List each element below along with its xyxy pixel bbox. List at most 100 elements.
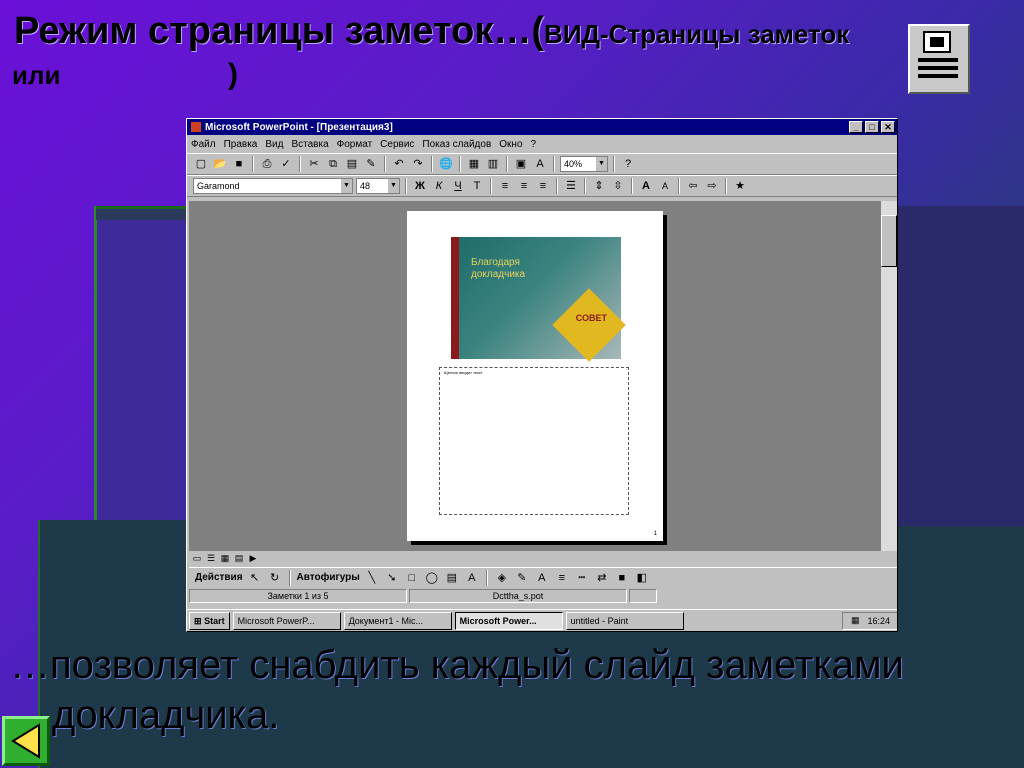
font-name-value: Garamond (197, 181, 240, 191)
wordart-icon[interactable]: A (463, 569, 480, 586)
increase-spacing-icon[interactable]: ⇕ (591, 178, 607, 194)
menu-item-file[interactable]: Файл (191, 139, 216, 150)
save-icon[interactable]: ■ (231, 156, 247, 172)
taskbar-item-powerpoint-1[interactable]: Microsoft PowerP... (232, 611, 341, 630)
hyperlink-icon[interactable]: 🌐 (438, 156, 454, 172)
expand-slide-icon[interactable]: ▣ (513, 156, 529, 172)
copy-icon[interactable]: ⧉ (325, 156, 341, 172)
standard-toolbar: ▢ 📂 ■ ⎙ ✓ ✂ ⧉ ▤ ✎ ↶ ↷ 🌐 ▦ ▥ ▣ A 40% ▼ ? (187, 153, 897, 175)
spellcheck-icon[interactable]: ✓ (278, 156, 294, 172)
help-icon[interactable]: ? (620, 156, 636, 172)
arrow-style-icon[interactable]: ⇄ (593, 569, 610, 586)
increase-font-icon[interactable]: A (638, 178, 654, 194)
zoom-select[interactable]: 40% ▼ (560, 156, 608, 172)
chevron-down-icon[interactable]: ▼ (388, 179, 399, 193)
redo-icon[interactable]: ↷ (410, 156, 426, 172)
demote-icon[interactable]: ⇨ (704, 178, 720, 194)
menu-item-edit[interactable]: Правка (224, 139, 258, 150)
menu-item-help[interactable]: ? (531, 139, 537, 150)
line-style-icon[interactable]: ≡ (553, 569, 570, 586)
zoom-value: 40% (564, 159, 583, 169)
slide-title-main: Режим страницы заметок…( (14, 10, 545, 52)
decrease-font-icon[interactable]: A (657, 178, 673, 194)
oval-icon[interactable]: ◯ (423, 569, 440, 586)
shadow-button[interactable]: Т (469, 178, 485, 194)
vertical-scrollbar[interactable] (881, 201, 897, 551)
slideshow-view-icon[interactable]: ▶ (247, 552, 259, 564)
network-icon[interactable]: ▦ (851, 615, 860, 626)
free-rotate-icon[interactable]: ↻ (266, 569, 283, 586)
taskbar-item-paint[interactable]: untitled - Paint (565, 611, 684, 630)
taskbar-item-powerpoint-2[interactable]: Microsoft Power... (454, 611, 563, 630)
menu-item-insert[interactable]: Вставка (291, 139, 328, 150)
normal-view-icon[interactable]: ▭ (191, 552, 203, 564)
format-painter-icon[interactable]: ✎ (363, 156, 379, 172)
start-button[interactable]: ⊞ Start (189, 611, 230, 630)
bullets-icon[interactable]: ☰ (563, 178, 579, 194)
align-center-icon[interactable]: ≡ (516, 178, 532, 194)
cut-icon[interactable]: ✂ (306, 156, 322, 172)
windows-logo-icon: ⊞ (194, 615, 202, 626)
line-color-icon[interactable]: ✎ (513, 569, 530, 586)
taskbar-item-word[interactable]: Документ1 - Mic... (343, 611, 452, 630)
decrease-spacing-icon[interactable]: ⇳ (610, 178, 626, 194)
menu-item-view[interactable]: Вид (265, 139, 283, 150)
system-tray: ▦ 16:24 (841, 611, 897, 630)
body-line-1: …позволяет снабдить каждый слайд заметка… (10, 643, 904, 687)
undo-icon[interactable]: ↶ (391, 156, 407, 172)
notes-placeholder[interactable]: Щелчок вводит текст (439, 367, 629, 515)
close-button[interactable]: ✕ (881, 121, 895, 133)
page-number: 1 (653, 531, 657, 537)
actions-menu[interactable]: Действия (195, 572, 243, 583)
notes-view-icon[interactable]: ▤ (233, 552, 245, 564)
slide-thumbnail[interactable]: Благодаря докладчика СОВЕТ (451, 237, 626, 362)
paste-icon[interactable]: ▤ (344, 156, 360, 172)
rectangle-icon[interactable]: □ (403, 569, 420, 586)
align-right-icon[interactable]: ≡ (535, 178, 551, 194)
bold-button[interactable]: Ж (412, 178, 428, 194)
slide-title-close: ) (228, 58, 238, 91)
insert-chart-icon[interactable]: ▥ (485, 156, 501, 172)
select-objects-icon[interactable]: ↖ (246, 569, 263, 586)
italic-button[interactable]: К (431, 178, 447, 194)
powerpoint-window: Microsoft PowerPoint - [Презентация3] _ … (186, 118, 898, 632)
outline-view-icon[interactable]: ☰ (205, 552, 217, 564)
chevron-down-icon[interactable]: ▼ (596, 157, 607, 171)
underline-button[interactable]: Ч (450, 178, 466, 194)
minimize-button[interactable]: _ (849, 121, 863, 133)
show-formatting-icon[interactable]: A (532, 156, 548, 172)
drawing-toolbar: Действия ↖ ↻ Автофигуры ╲ ➘ □ ◯ ▤ A ◈ ✎ … (189, 567, 897, 587)
back-button[interactable] (2, 716, 50, 766)
status-empty (629, 589, 657, 603)
line-icon[interactable]: ╲ (363, 569, 380, 586)
insert-table-icon[interactable]: ▦ (466, 156, 482, 172)
slide-sorter-view-icon[interactable]: ▦ (219, 552, 231, 564)
notes-workspace: Благодаря докладчика СОВЕТ Щелчок вводит… (189, 201, 881, 551)
textbox-icon[interactable]: ▤ (443, 569, 460, 586)
autoshapes-menu[interactable]: Автофигуры (297, 572, 360, 583)
3d-icon[interactable]: ◧ (633, 569, 650, 586)
maximize-button[interactable]: □ (865, 121, 879, 133)
font-name-select[interactable]: Garamond ▼ (193, 178, 353, 194)
slide-thumbnail-title: Благодаря докладчика (471, 257, 526, 280)
menu-item-window[interactable]: Окно (499, 139, 522, 150)
dash-style-icon[interactable]: ┅ (573, 569, 590, 586)
new-icon[interactable]: ▢ (193, 156, 209, 172)
align-left-icon[interactable]: ≡ (497, 178, 513, 194)
menu-item-slideshow[interactable]: Показ слайдов (422, 139, 491, 150)
scrollbar-thumb[interactable] (881, 215, 897, 267)
slide-thumbnail-badge: СОВЕТ (575, 313, 607, 323)
chevron-down-icon[interactable]: ▼ (341, 179, 352, 193)
promote-icon[interactable]: ⇦ (685, 178, 701, 194)
menu-item-format[interactable]: Формат (337, 139, 373, 150)
fill-color-icon[interactable]: ◈ (493, 569, 510, 586)
shadow-icon[interactable]: ■ (613, 569, 630, 586)
animation-effects-icon[interactable]: ★ (732, 178, 748, 194)
font-size-select[interactable]: 48 ▼ (356, 178, 400, 194)
open-icon[interactable]: 📂 (212, 156, 228, 172)
arrow-icon[interactable]: ➘ (383, 569, 400, 586)
menu-item-tools[interactable]: Сервис (380, 139, 414, 150)
print-icon[interactable]: ⎙ (259, 156, 275, 172)
window-icon (191, 122, 201, 132)
font-color-icon[interactable]: A (533, 569, 550, 586)
